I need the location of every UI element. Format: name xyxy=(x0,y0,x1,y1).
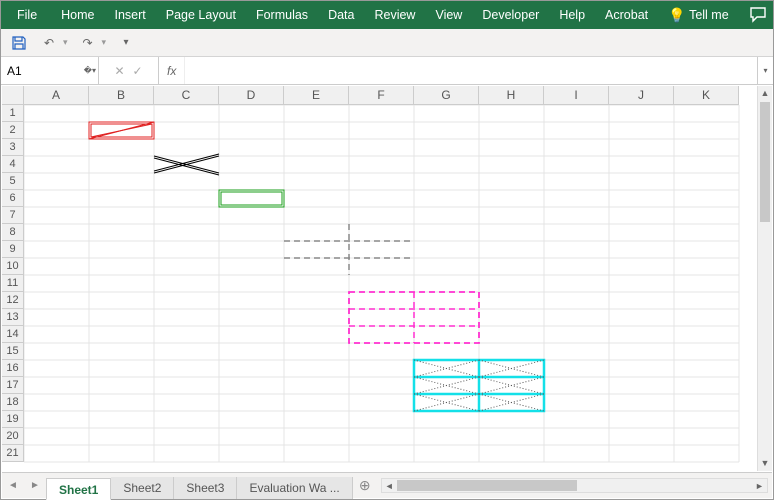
row-12[interactable]: 12 xyxy=(2,292,24,309)
undo-dropdown-icon[interactable]: ▾ xyxy=(63,37,68,48)
row-11[interactable]: 11 xyxy=(2,275,24,292)
hscroll-thumb[interactable] xyxy=(397,480,577,491)
formula-buttons: ✕ ✓ xyxy=(99,57,159,84)
row-4[interactable]: 4 xyxy=(2,156,24,173)
ribbon: File Home Insert Page Layout Formulas Da… xyxy=(1,1,773,29)
col-J[interactable]: J xyxy=(609,86,674,105)
enter-icon[interactable]: ✓ xyxy=(133,64,143,78)
col-B[interactable]: B xyxy=(89,86,154,105)
scroll-down-icon[interactable]: ▼ xyxy=(758,456,772,471)
row-18[interactable]: 18 xyxy=(2,394,24,411)
scroll-up-icon[interactable]: ▲ xyxy=(758,86,772,101)
col-F[interactable]: F xyxy=(349,86,414,105)
tab-acrobat[interactable]: Acrobat xyxy=(595,1,658,29)
sheet-tab-2[interactable]: Sheet2 xyxy=(111,477,174,499)
sheet-tab-3[interactable]: Sheet3 xyxy=(174,477,237,499)
row-20[interactable]: 20 xyxy=(2,428,24,445)
row-19[interactable]: 19 xyxy=(2,411,24,428)
tab-help[interactable]: Help xyxy=(549,1,595,29)
select-all-corner[interactable] xyxy=(2,86,24,105)
col-K[interactable]: K xyxy=(674,86,739,105)
redo-dropdown-icon[interactable]: ▾ xyxy=(102,37,107,48)
row-8[interactable]: 8 xyxy=(2,224,24,241)
undo-button[interactable]: ↶ xyxy=(39,33,59,53)
sheet-tab-1[interactable]: Sheet1 xyxy=(46,478,111,500)
row-15[interactable]: 15 xyxy=(2,343,24,360)
sheet-nav-prev[interactable]: ◄ xyxy=(2,480,24,491)
row-10[interactable]: 10 xyxy=(2,258,24,275)
name-box-value: A1 xyxy=(7,64,22,78)
name-box[interactable]: A1 �▾ xyxy=(1,57,99,84)
tellme[interactable]: 💡 Tell me xyxy=(658,1,739,29)
row-5[interactable]: 5 xyxy=(2,173,24,190)
row-9[interactable]: 9 xyxy=(2,241,24,258)
col-G[interactable]: G xyxy=(414,86,479,105)
vscroll-thumb[interactable] xyxy=(760,102,770,222)
row-2[interactable]: 2 xyxy=(2,122,24,139)
formula-input[interactable] xyxy=(185,57,757,84)
cells-area[interactable] xyxy=(24,105,757,471)
tellme-label: Tell me xyxy=(689,8,729,22)
cancel-icon[interactable]: ✕ xyxy=(114,64,124,78)
row-3[interactable]: 3 xyxy=(2,139,24,156)
row-13[interactable]: 13 xyxy=(2,309,24,326)
quick-access-toolbar: ↶ ▾ ↷ ▾ ▾ xyxy=(1,29,773,57)
tab-formulas[interactable]: Formulas xyxy=(246,1,318,29)
col-I[interactable]: I xyxy=(544,86,609,105)
scroll-right-icon[interactable]: ► xyxy=(752,481,767,491)
sheet-tab-4[interactable]: Evaluation Wa ... xyxy=(237,477,352,499)
scroll-left-icon[interactable]: ◄ xyxy=(382,481,397,491)
fx-label[interactable]: fx xyxy=(159,57,185,84)
add-sheet-button[interactable]: ⊕ xyxy=(353,477,377,494)
row-17[interactable]: 17 xyxy=(2,377,24,394)
row-1[interactable]: 1 xyxy=(2,105,24,122)
tab-review[interactable]: Review xyxy=(364,1,425,29)
col-E[interactable]: E xyxy=(284,86,349,105)
formula-bar: A1 �▾ ✕ ✓ fx ▾ xyxy=(1,57,773,85)
sheet-bar: ◄ ► Sheet1 Sheet2 Sheet3 Evaluation Wa .… xyxy=(2,472,772,498)
tab-home[interactable]: Home xyxy=(51,1,104,29)
comments-icon[interactable] xyxy=(747,7,771,23)
row-7[interactable]: 7 xyxy=(2,207,24,224)
col-A[interactable]: A xyxy=(24,86,89,105)
horizontal-scrollbar[interactable]: ◄ ► xyxy=(381,478,768,493)
column-headers: A B C D E F G H I J K xyxy=(2,86,757,105)
tab-developer[interactable]: Developer xyxy=(472,1,549,29)
row-16[interactable]: 16 xyxy=(2,360,24,377)
qat-customize-icon[interactable]: ▾ xyxy=(116,33,136,53)
name-box-dropdown-icon[interactable]: �▾ xyxy=(84,66,96,75)
tab-view[interactable]: View xyxy=(425,1,472,29)
save-button[interactable] xyxy=(9,33,29,53)
tab-page-layout[interactable]: Page Layout xyxy=(156,1,246,29)
grid: A B C D E F G H I J K 123456789101112131… xyxy=(2,86,757,471)
vertical-scrollbar[interactable]: ▲ ▼ xyxy=(757,86,772,471)
sheet-nav-next[interactable]: ► xyxy=(24,480,46,491)
col-C[interactable]: C xyxy=(154,86,219,105)
redo-button[interactable]: ↷ xyxy=(78,33,98,53)
tab-data[interactable]: Data xyxy=(318,1,364,29)
col-H[interactable]: H xyxy=(479,86,544,105)
row-6[interactable]: 6 xyxy=(2,190,24,207)
tab-insert[interactable]: Insert xyxy=(105,1,156,29)
row-14[interactable]: 14 xyxy=(2,326,24,343)
lightbulb-icon: 💡 xyxy=(668,7,685,24)
col-D[interactable]: D xyxy=(219,86,284,105)
formula-expand-icon[interactable]: ▾ xyxy=(757,57,773,84)
tab-file[interactable]: File xyxy=(3,1,51,29)
row-headers: 123456789101112131415161718192021 xyxy=(2,105,24,462)
row-21[interactable]: 21 xyxy=(2,445,24,462)
